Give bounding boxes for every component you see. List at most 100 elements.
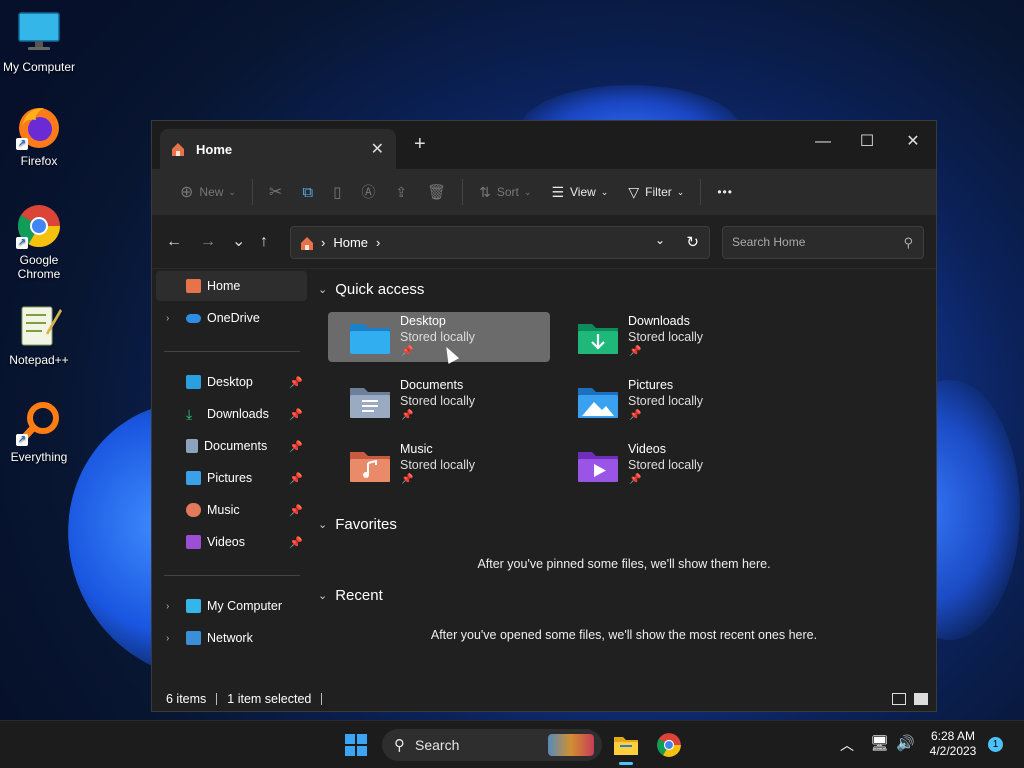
desktop-icon-label: Google Chrome bbox=[17, 253, 61, 281]
folder-icon bbox=[614, 737, 638, 755]
command-bar: ⊕ New ⌄ ✂ ⧉ ▯ Ⓐ ⇪ 🗑 ⇅ Sort ⌄ ☰ View ⌄ ▽ … bbox=[152, 169, 936, 215]
quick-access-header[interactable]: ⌄ Quick access bbox=[318, 281, 424, 298]
sidebar-item-network[interactable]: › Network bbox=[156, 623, 307, 653]
pin-icon: 📌 bbox=[629, 474, 642, 485]
breadcrumb[interactable]: Home bbox=[333, 235, 368, 250]
sidebar-item-home[interactable]: Home bbox=[156, 271, 307, 301]
desktop-icon-notepadpp[interactable]: Notepad++ bbox=[0, 303, 78, 367]
pin-icon[interactable]: 📌 bbox=[289, 536, 303, 549]
pin-icon[interactable]: 📌 bbox=[289, 408, 303, 421]
share-button[interactable]: ⇪ bbox=[385, 176, 417, 208]
chevron-down-icon: ⌄ bbox=[318, 284, 328, 296]
recent-header[interactable]: ⌄ Recent bbox=[318, 587, 383, 604]
sidebar-item-videos[interactable]: Videos 📌 bbox=[156, 527, 307, 557]
pin-icon: 📌 bbox=[629, 346, 642, 357]
pin-icon[interactable]: 📌 bbox=[289, 440, 303, 453]
share-icon: ⇪ bbox=[395, 183, 408, 200]
desktop-icon-chrome[interactable]: ↗ Google Chrome bbox=[0, 203, 78, 281]
cut-button[interactable]: ✂ bbox=[259, 176, 292, 208]
download-arrow-icon: ⤓ bbox=[186, 406, 193, 422]
videos-folder-icon bbox=[576, 448, 620, 484]
start-button[interactable] bbox=[344, 733, 368, 757]
filter-icon: ▽ bbox=[628, 183, 640, 200]
favorites-header[interactable]: ⌄ Favorites bbox=[318, 516, 397, 533]
sidebar-item-downloads[interactable]: ⤓ Downloads 📌 bbox=[156, 399, 307, 429]
title-bar: Home ✕ + — ☐ ✕ bbox=[152, 121, 936, 169]
network-status-icon[interactable]: 🖥 bbox=[870, 734, 889, 752]
copy-button[interactable]: ⧉ bbox=[292, 176, 323, 208]
sidebar-item-onedrive[interactable]: › OneDrive bbox=[156, 303, 307, 333]
recent-locations-icon[interactable]: ⌄ bbox=[232, 231, 245, 251]
quick-access-item-desktop[interactable]: Desktop Stored locally 📌 bbox=[328, 312, 550, 362]
quick-access-item-videos[interactable]: Videos Stored locally 📌 bbox=[556, 440, 778, 490]
taskbar-file-explorer[interactable] bbox=[610, 729, 642, 765]
filter-button[interactable]: ▽ Filter ⌄ bbox=[618, 176, 694, 208]
details-view-icon[interactable] bbox=[892, 693, 906, 705]
quick-access-item-music[interactable]: Music Stored locally 📌 bbox=[328, 440, 550, 490]
item-name: Pictures bbox=[628, 378, 674, 392]
item-status: Stored locally bbox=[628, 330, 704, 344]
chevron-down-icon: ⌄ bbox=[228, 186, 236, 197]
pin-icon[interactable]: 📌 bbox=[289, 376, 303, 389]
quick-access-item-documents[interactable]: Documents Stored locally 📌 bbox=[328, 376, 550, 426]
forward-arrow-icon[interactable]: → bbox=[200, 233, 216, 251]
sort-button[interactable]: ⇅ Sort ⌄ bbox=[469, 176, 541, 208]
chevron-right-icon[interactable]: › bbox=[166, 601, 169, 612]
paste-button[interactable]: ▯ bbox=[323, 176, 351, 208]
chevron-down-icon: ⌄ bbox=[600, 186, 609, 197]
chevron-right-icon[interactable]: › bbox=[166, 313, 169, 324]
back-arrow-icon[interactable]: ← bbox=[166, 233, 182, 251]
quick-access-item-downloads[interactable]: Downloads Stored locally 📌 bbox=[556, 312, 778, 362]
sidebar-item-pictures[interactable]: Pictures 📌 bbox=[156, 463, 307, 493]
pictures-folder-icon bbox=[576, 384, 620, 420]
search-icon: ⚲ bbox=[903, 235, 913, 250]
section-title: Recent bbox=[335, 587, 383, 604]
volume-icon[interactable]: 🔊 bbox=[896, 734, 915, 752]
refresh-icon[interactable]: ↻ bbox=[686, 233, 699, 251]
system-clock[interactable]: 6:28 AM 4/2/2023 bbox=[924, 729, 982, 759]
new-tab-button[interactable]: + bbox=[414, 133, 426, 156]
tiles-view-icon[interactable] bbox=[914, 693, 928, 705]
address-dropdown-icon[interactable]: ⌄ bbox=[655, 233, 665, 247]
pin-icon: 📌 bbox=[401, 474, 414, 485]
tab-home[interactable]: Home ✕ bbox=[160, 129, 396, 169]
desktop-icon-firefox[interactable]: ↗ Firefox bbox=[0, 104, 78, 168]
shortcut-arrow-icon: ↗ bbox=[16, 434, 28, 446]
item-status: Stored locally bbox=[400, 330, 476, 344]
more-options-button[interactable]: ••• bbox=[707, 176, 743, 208]
maximize-button[interactable]: ☐ bbox=[844, 127, 890, 157]
sidebar-item-documents[interactable]: Documents 📌 bbox=[156, 431, 307, 461]
pin-icon[interactable]: 📌 bbox=[289, 504, 303, 517]
taskbar-chrome[interactable] bbox=[656, 732, 682, 758]
pin-icon: 📌 bbox=[629, 410, 642, 421]
show-hidden-icons-chevron-icon[interactable]: ︿ bbox=[840, 735, 854, 755]
new-button[interactable]: ⊕ New ⌄ bbox=[170, 176, 246, 208]
pin-icon[interactable]: 📌 bbox=[289, 472, 303, 485]
desktop-icon-everything[interactable]: ↗ Everything bbox=[0, 400, 78, 464]
desktop-icon-my-computer[interactable]: My Computer bbox=[0, 10, 78, 74]
view-button[interactable]: ☰ View ⌄ bbox=[541, 176, 618, 208]
item-status: Stored locally bbox=[628, 394, 704, 408]
item-status: Stored locally bbox=[628, 458, 704, 472]
delete-button[interactable]: 🗑 bbox=[417, 176, 456, 208]
tab-close-icon[interactable]: ✕ bbox=[371, 139, 384, 159]
address-bar[interactable]: › Home › ⌄ ↻ bbox=[290, 226, 710, 259]
navigation-bar: ← → ⌄ ↑ › Home › ⌄ ↻ Search Home ⚲ bbox=[152, 215, 936, 269]
sidebar-item-label: Videos bbox=[207, 535, 245, 549]
notification-badge[interactable]: 1 bbox=[988, 737, 1003, 752]
clipboard-icon: ▯ bbox=[333, 184, 342, 201]
tab-title: Home bbox=[196, 141, 233, 157]
chevron-right-icon[interactable]: › bbox=[166, 633, 169, 644]
rename-button[interactable]: Ⓐ bbox=[351, 176, 385, 208]
close-button[interactable]: ✕ bbox=[890, 127, 936, 157]
sidebar-item-desktop[interactable]: Desktop 📌 bbox=[156, 367, 307, 397]
monitor-icon bbox=[186, 599, 201, 613]
sidebar-item-my-computer[interactable]: › My Computer bbox=[156, 591, 307, 621]
search-input[interactable]: Search Home ⚲ bbox=[722, 226, 924, 259]
taskbar-search[interactable]: ⚲ Search bbox=[382, 729, 602, 761]
copy-icon: ⧉ bbox=[302, 183, 314, 201]
sidebar-item-music[interactable]: Music 📌 bbox=[156, 495, 307, 525]
quick-access-item-pictures[interactable]: Pictures Stored locally 📌 bbox=[556, 376, 778, 426]
minimize-button[interactable]: — bbox=[800, 127, 846, 157]
up-arrow-icon[interactable]: ↑ bbox=[260, 233, 268, 251]
